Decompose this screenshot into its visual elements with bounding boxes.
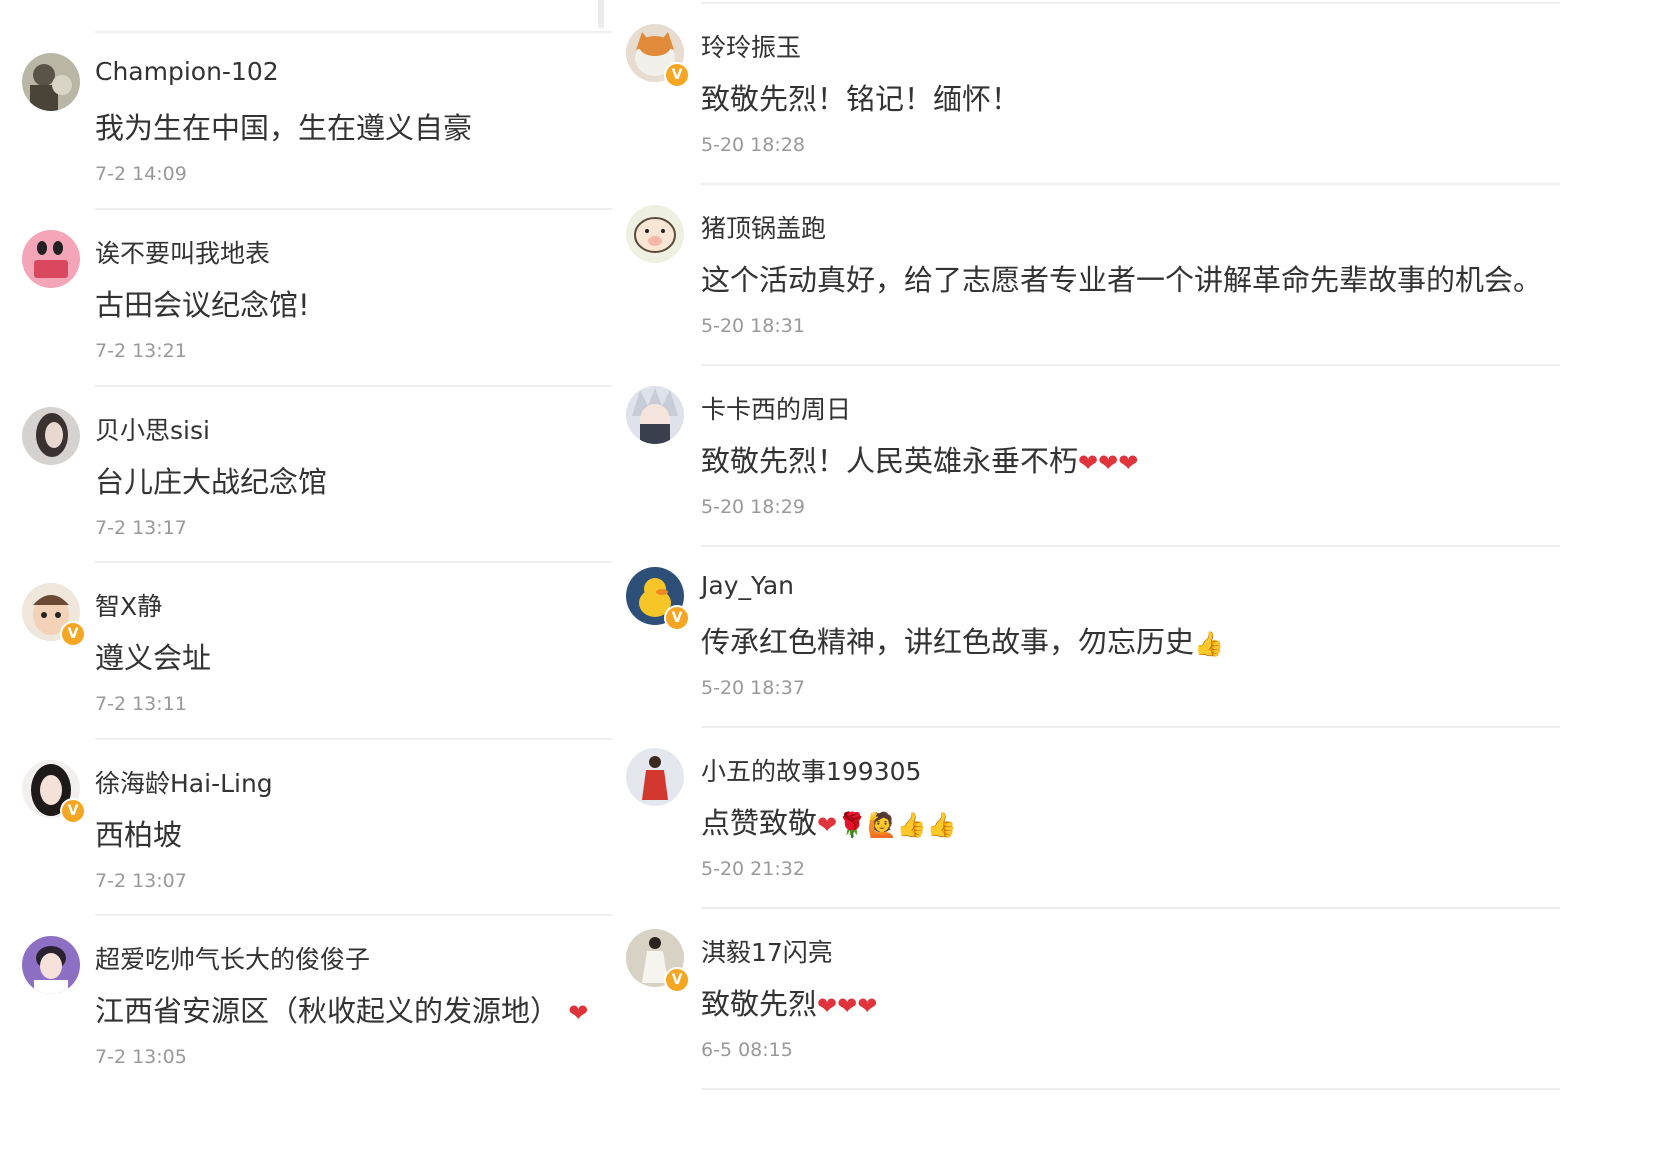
scroll-mark [598,0,604,28]
avatar[interactable] [626,386,684,444]
divider [95,561,612,563]
verified-badge-icon: V [664,605,690,631]
anime-avatar-icon [626,386,684,444]
comment-text: 致敬先烈！人民英雄永垂不朽❤❤❤ [701,444,1139,478]
username[interactable]: 智X静 [95,587,162,623]
divider [95,31,612,33]
username[interactable]: 诶不要叫我地表 [95,234,270,270]
emoji-group: ❤🌹🙋👍👍 [817,811,957,839]
username[interactable]: 徐海龄Hai-Ling [95,764,273,800]
comment-text: 江西省安源区（秋收起义的发源地） ❤ [95,994,589,1028]
comment-text: 西柏坡 [95,818,183,852]
divider [95,208,612,210]
divider [95,385,612,387]
verified-badge-icon: V [664,62,690,88]
pink-cartoon-avatar-icon [22,230,80,288]
username[interactable]: 猪顶锅盖跑 [701,209,826,245]
comment-text: 我为生在中国，生在遵义自豪 [95,111,473,145]
timestamp: 5-20 21:32 [701,858,805,880]
divider [701,545,1560,547]
divider [701,1088,1560,1090]
divider [701,364,1560,366]
comment-text: 致敬先烈！铭记！缅怀！ [701,82,1021,116]
username[interactable]: Jay_Yan [701,571,794,600]
comment-text: 传承红色精神，讲红色故事，勿忘历史👍 [701,625,1224,659]
avatar[interactable] [626,748,684,806]
avatar[interactable] [22,936,80,994]
divider [701,2,1560,4]
divider [95,738,612,740]
red-dress-avatar-icon [626,748,684,806]
username[interactable]: 超爱吃帅气长大的俊俊子 [95,940,370,976]
timestamp: 7-2 14:09 [95,163,187,185]
divider [95,914,612,916]
avatar[interactable] [22,230,80,288]
comment-text: 点赞致敬❤🌹🙋👍👍 [701,806,957,840]
timestamp: 5-20 18:37 [701,677,805,699]
username[interactable]: 卡卡西的周日 [701,390,851,426]
timestamp: 5-20 18:31 [701,315,805,337]
timestamp: 6-5 08:15 [701,1039,793,1061]
heart-emoji: ❤ [568,999,589,1027]
divider [701,907,1560,909]
timestamp: 5-20 18:28 [701,134,805,156]
verified-badge-icon: V [60,621,86,647]
boy-avatar-icon [22,936,80,994]
timestamp: 5-20 18:29 [701,496,805,518]
divider [701,726,1560,728]
timestamp: 7-2 13:17 [95,517,187,539]
comment-text: 致敬先烈❤❤❤ [701,987,878,1021]
timestamp: 7-2 13:21 [95,340,187,362]
username[interactable]: 小五的故事199305 [701,752,921,788]
heart-emoji: ❤❤❤ [817,992,878,1020]
verified-badge-icon: V [60,798,86,824]
timestamp: 7-2 13:05 [95,1046,187,1068]
avatar[interactable] [22,407,80,465]
avatar[interactable] [626,205,684,263]
comment-text: 台儿庄大战纪念馆 [95,465,328,499]
girl-avatar-icon [22,407,80,465]
username[interactable]: Champion-102 [95,57,279,86]
heart-emoji: ❤❤❤ [1078,449,1139,477]
photo-avatar-icon [22,53,80,111]
username[interactable]: 贝小思sisi [95,411,210,447]
username[interactable]: 玲玲振玉 [701,28,801,64]
username[interactable]: 淇毅17闪亮 [701,933,833,969]
comment-text: 遵义会址 [95,641,212,675]
comment-text: 这个活动真好，给了志愿者专业者一个讲解革命先辈故事的机会。 [701,263,1543,297]
comment-text: 古田会议纪念馆! [95,288,310,322]
divider [701,183,1560,185]
verified-badge-icon: V [664,967,690,993]
thumbs-up-emoji: 👍 [1194,630,1224,658]
pig-cartoon-avatar-icon [626,205,684,263]
timestamp: 7-2 13:11 [95,693,187,715]
timestamp: 7-2 13:07 [95,870,187,892]
avatar[interactable] [22,53,80,111]
